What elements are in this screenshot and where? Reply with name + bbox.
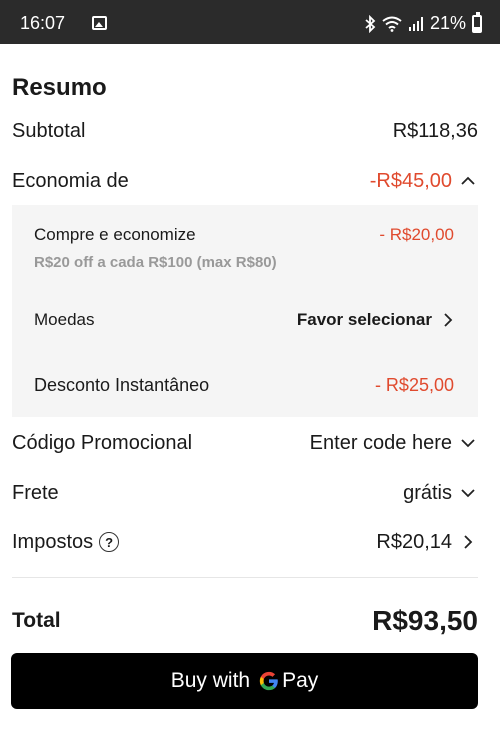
summary-title: Resumo	[12, 74, 107, 101]
instant-discount-value: - R$25,00	[374, 375, 454, 395]
help-icon[interactable]: ?	[99, 532, 120, 552]
chevron-up-icon[interactable]	[458, 171, 478, 191]
gallery-notification-icon	[92, 16, 107, 30]
total-value: R$93,50	[372, 605, 478, 636]
chevron-right-icon[interactable]	[458, 532, 478, 552]
taxes-row[interactable]: Impostos ? R$20,14	[12, 527, 478, 557]
taxes-label: Impostos	[12, 530, 94, 553]
subtotal-row: Subtotal R$118,36	[12, 116, 478, 146]
instant-discount-label: Desconto Instantâneo	[34, 375, 210, 395]
wifi-icon	[382, 16, 402, 32]
shipping-row[interactable]: Frete grátis	[12, 478, 478, 508]
savings-label: Economia de	[12, 169, 129, 192]
gpay-suffix: Pay	[282, 669, 319, 692]
instant-discount-row: Desconto Instantâneo - R$25,00	[34, 375, 454, 396]
buy-with-gpay-button[interactable]: Buy with Pay	[11, 653, 478, 709]
battery-percent: 21%	[429, 13, 466, 33]
google-g-logo-icon	[259, 671, 278, 691]
coins-value: Favor selecionar	[296, 310, 432, 329]
buy-save-description: R$20 off a cada R$100 (max R$80)	[34, 254, 277, 271]
chevron-down-icon[interactable]	[458, 433, 478, 453]
gpay-prefix: Buy with	[170, 669, 251, 692]
buy-save-value: - R$20,00	[379, 225, 454, 244]
savings-value: -R$45,00	[369, 169, 452, 192]
subtotal-value: R$118,36	[392, 119, 478, 142]
coins-row[interactable]: Moedas Favor selecionar	[34, 310, 454, 330]
savings-details-panel: Compre e economize - R$20,00 R$20 off a …	[12, 205, 478, 417]
divider	[12, 577, 478, 578]
signal-icon	[409, 17, 423, 31]
buy-save-row: Compre e economize - R$20,00	[34, 225, 454, 245]
promo-code-label: Código Promocional	[12, 431, 193, 454]
savings-row[interactable]: Economia de -R$45,00	[12, 166, 478, 196]
clock: 16:07	[20, 13, 66, 33]
shipping-value: grátis	[403, 481, 452, 504]
total-row: Total R$93,50	[12, 604, 478, 638]
promo-code-input[interactable]: Enter code here	[310, 432, 452, 455]
total-label: Total	[12, 609, 61, 632]
coins-label: Moedas	[34, 310, 95, 329]
status-bar: 16:07 21%	[0, 0, 500, 44]
taxes-value: R$20,14	[376, 530, 452, 553]
battery-icon	[472, 12, 482, 33]
chevron-down-icon[interactable]	[458, 483, 478, 503]
system-icons	[364, 14, 424, 34]
chevron-right-icon[interactable]	[438, 310, 458, 330]
promo-code-row[interactable]: Código Promocional Enter code here	[12, 428, 478, 458]
subtotal-label: Subtotal	[12, 119, 86, 142]
shipping-label: Frete	[12, 481, 59, 504]
bluetooth-icon	[365, 15, 376, 33]
buy-save-label: Compre e economize	[34, 225, 196, 244]
